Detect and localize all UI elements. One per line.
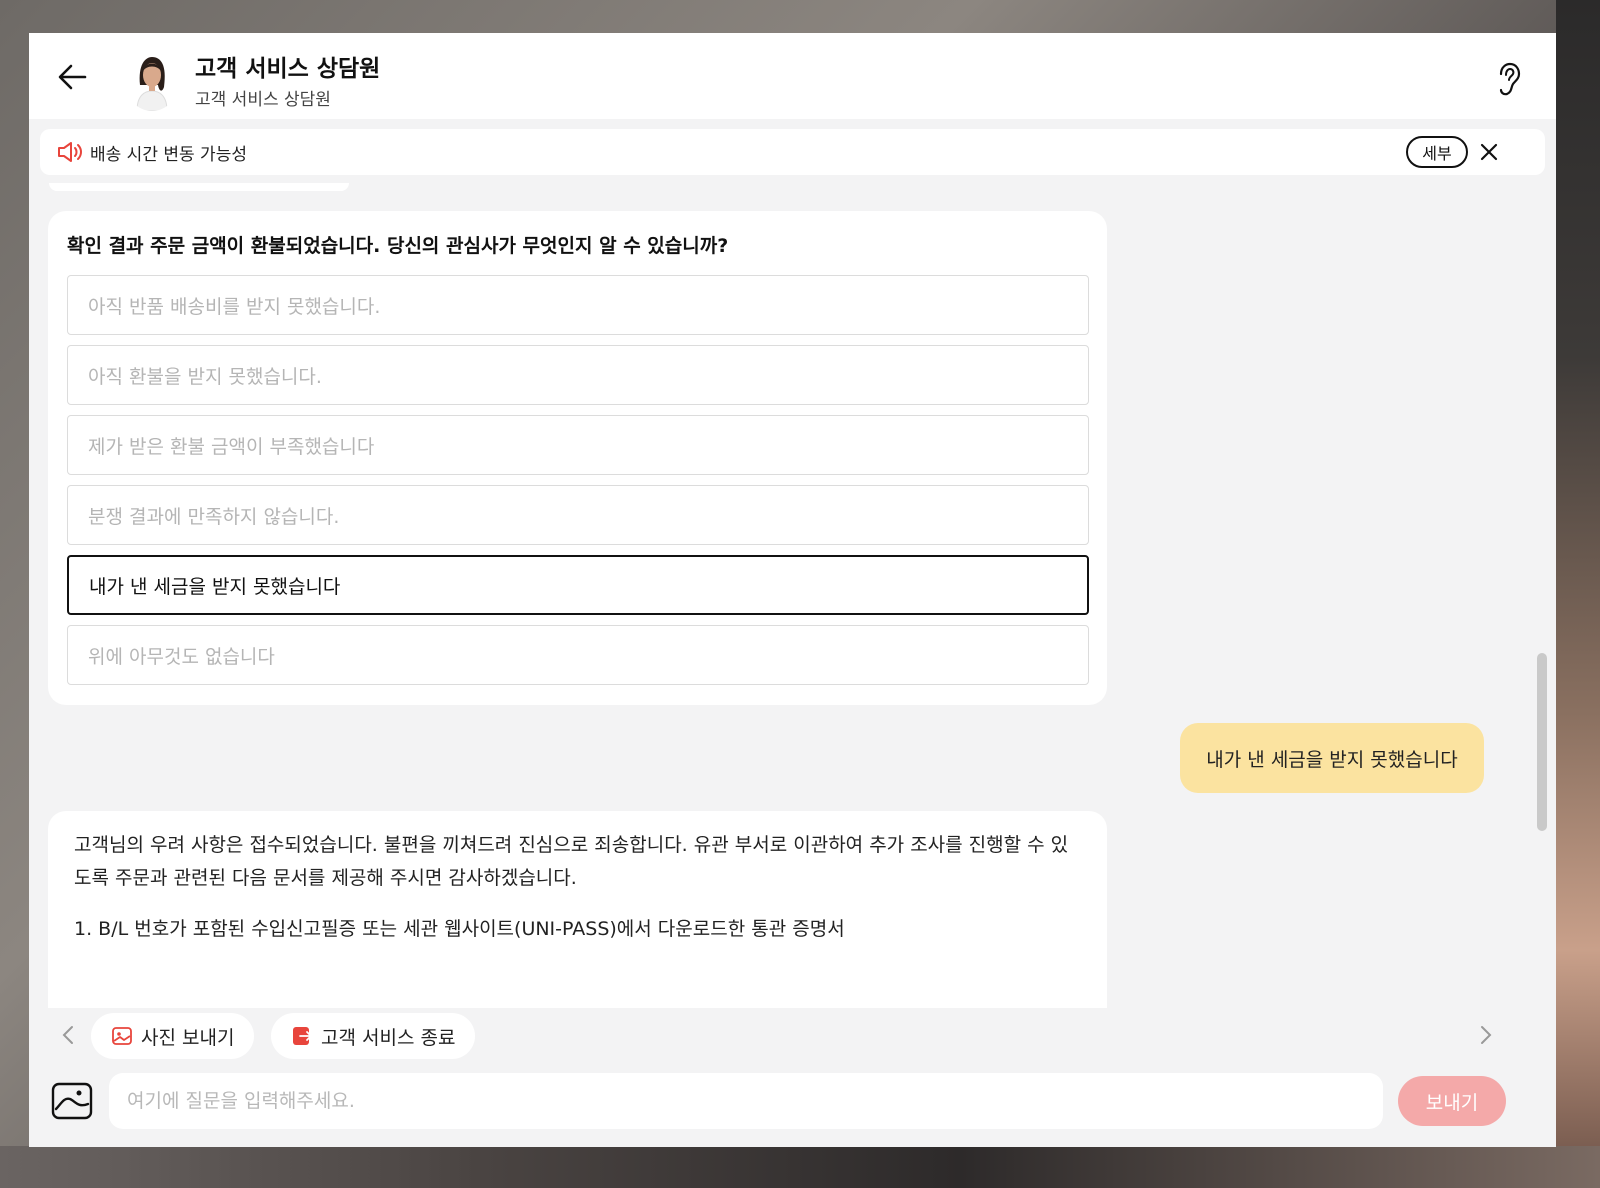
chat-messages: 확인 결과 주문 금액이 환불되었습니다. 당신의 관심사가 무엇인지 알 수 …	[29, 183, 1556, 1008]
close-icon[interactable]	[1477, 140, 1501, 164]
agent-reply-text: 고객님의 우려 사항은 접수되었습니다. 불편을 끼쳐드려 진심으로 죄송합니다…	[74, 834, 1069, 889]
input-bar: 보내기	[29, 1072, 1556, 1147]
chat-header: 고객 서비스 상담원 고객 서비스 상담원	[29, 33, 1556, 119]
send-photo-button[interactable]: 사진 보내기	[91, 1013, 255, 1059]
chat-scrollbar[interactable]	[1537, 653, 1547, 831]
notice-detail-button[interactable]: 세부	[1406, 136, 1468, 168]
agent-avatar	[125, 51, 179, 111]
image-upload-icon[interactable]	[51, 1082, 93, 1120]
message-input[interactable]	[109, 1073, 1383, 1129]
speaker-icon	[58, 142, 82, 162]
survey-option[interactable]: 분쟁 결과에 만족하지 않습니다.	[67, 485, 1089, 545]
end-service-button[interactable]: 고객 서비스 종료	[271, 1013, 476, 1059]
background-right	[1556, 0, 1600, 1188]
survey-card: 확인 결과 주문 금액이 환불되었습니다. 당신의 관심사가 무엇인지 알 수 …	[48, 211, 1107, 705]
back-arrow-icon[interactable]	[55, 59, 91, 95]
background-bottom	[0, 1146, 1600, 1188]
survey-option[interactable]: 제가 받은 환불 금액이 부족했습니다	[67, 415, 1089, 475]
survey-question: 확인 결과 주문 금액이 환불되었습니다. 당신의 관심사가 무엇인지 알 수 …	[67, 235, 729, 257]
exit-icon	[293, 1027, 312, 1045]
end-service-label: 고객 서비스 종료	[321, 1026, 456, 1049]
send-button[interactable]: 보내기	[1398, 1076, 1506, 1126]
ear-icon[interactable]	[1492, 61, 1522, 97]
agent-name: 고객 서비스 상담원	[195, 56, 381, 82]
chevron-right-icon[interactable]	[1477, 1024, 1495, 1046]
notice-text: 배송 시간 변동 가능성	[90, 145, 247, 165]
chevron-left-icon[interactable]	[59, 1024, 77, 1046]
agent-role: 고객 서비스 상담원	[195, 90, 331, 110]
agent-reply-bubble: 고객님의 우려 사항은 접수되었습니다. 불편을 끼쳐드려 진심으로 죄송합니다…	[48, 811, 1107, 1008]
agent-reply-list-item: 1. B/L 번호가 포함된 수입신고필증 또는 세관 웹사이트(UNI-PAS…	[74, 918, 845, 940]
send-photo-label: 사진 보내기	[141, 1026, 235, 1049]
quick-actions-bar: 사진 보내기 고객 서비스 종료	[29, 1008, 1556, 1072]
survey-option[interactable]: 아직 반품 배송비를 받지 못했습니다.	[67, 275, 1089, 335]
photo-icon	[112, 1027, 132, 1045]
survey-option[interactable]: 아직 환불을 받지 못했습니다.	[67, 345, 1089, 405]
notice-banner: 배송 시간 변동 가능성 세부	[40, 129, 1545, 175]
survey-option[interactable]: 위에 아무것도 없습니다	[67, 625, 1089, 685]
previous-message-bubble	[49, 183, 349, 191]
user-message-bubble: 내가 낸 세금을 받지 못했습니다	[1180, 723, 1484, 793]
survey-option-selected[interactable]: 내가 낸 세금을 받지 못했습니다	[67, 555, 1089, 615]
chat-window: 고객 서비스 상담원 고객 서비스 상담원 배송 시간 변동 가능성 세부 확인…	[29, 33, 1556, 1147]
